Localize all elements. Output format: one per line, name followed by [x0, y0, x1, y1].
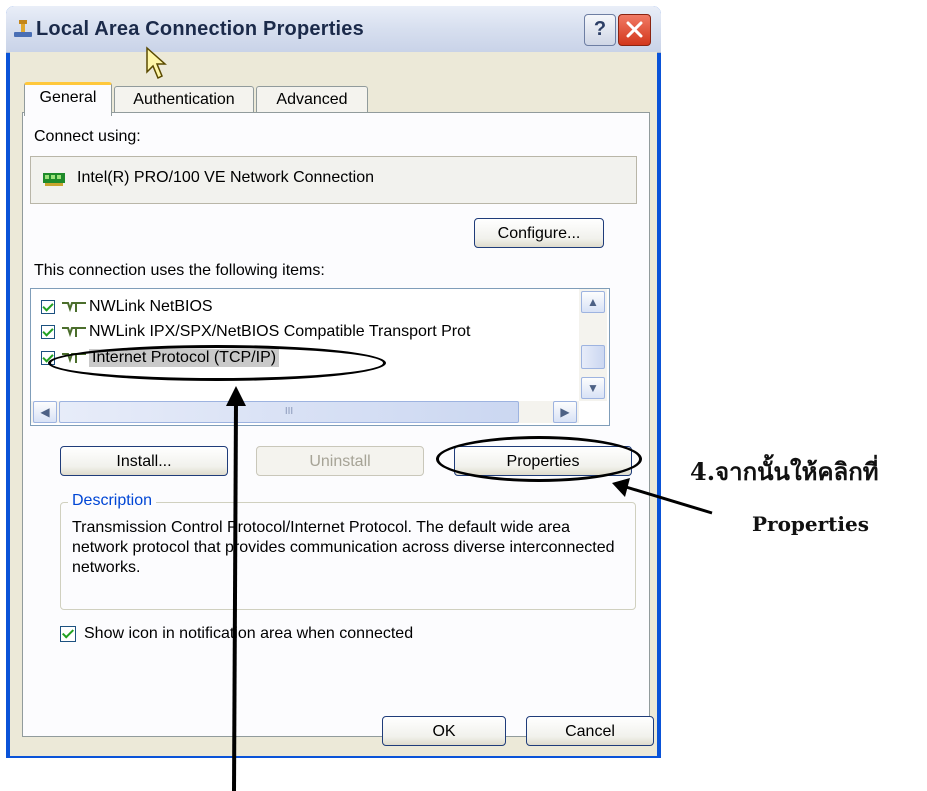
- instruction-text: 4.จากนั้นให้คลิกที่: [690, 457, 879, 486]
- instruction-properties: Properties: [752, 512, 869, 536]
- arrow-to-tcpip: [226, 386, 246, 791]
- tab-general[interactable]: General: [24, 82, 112, 116]
- mouse-cursor-icon: [146, 46, 167, 80]
- annotation-arrows: [146, 46, 713, 791]
